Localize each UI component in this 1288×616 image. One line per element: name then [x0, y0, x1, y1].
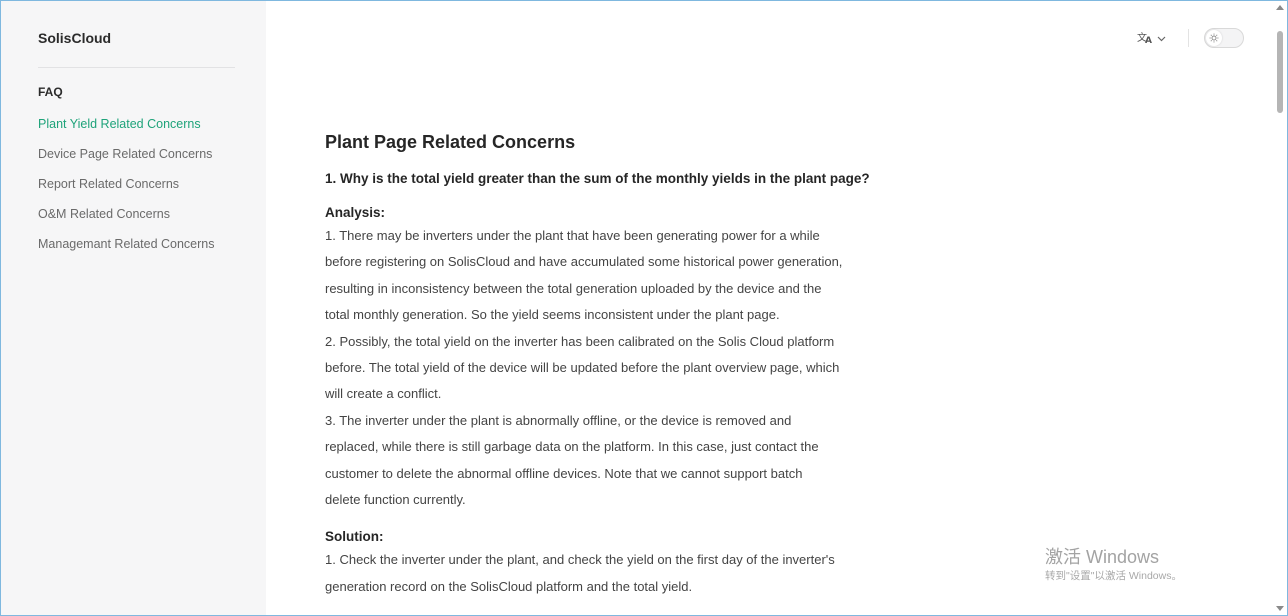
analysis-line: delete function currently.	[325, 492, 466, 508]
sidebar-section-title: FAQ	[38, 85, 63, 99]
solution-heading: Solution:	[325, 529, 384, 545]
analysis-line: customer to delete the abnormal offline …	[325, 465, 803, 481]
analysis-line: resulting in inconsistency between the t…	[325, 280, 822, 296]
chevron-down-icon	[1157, 31, 1166, 45]
analysis-line: 2. Possibly, the total yield on the inve…	[325, 333, 835, 349]
translate-icon: 文 A	[1137, 30, 1153, 47]
language-switcher[interactable]: 文 A	[1137, 28, 1166, 48]
analysis-line: before registering on SolisCloud and hav…	[325, 254, 843, 270]
sidebar-item-management[interactable]: Managemant Related Concerns	[38, 235, 243, 254]
app-window: SolisCloud FAQ Plant Yield Related Conce…	[0, 0, 1288, 616]
sidebar-item-report[interactable]: Report Related Concerns	[38, 175, 243, 194]
sidebar-nav: Plant Yield Related Concerns Device Page…	[38, 115, 243, 265]
toolbar-divider	[1188, 29, 1189, 47]
faq-article: Plant Page Related Concerns 1. Why is th…	[325, 129, 985, 600]
solution-line: generation record on the SolisCloud plat…	[325, 578, 693, 594]
brand-logo[interactable]: SolisCloud	[38, 30, 111, 46]
analysis-line: before. The total yield of the device wi…	[325, 360, 840, 376]
sidebar: SolisCloud FAQ Plant Yield Related Conce…	[1, 1, 266, 615]
analysis-line: 1. There may be inverters under the plan…	[325, 228, 820, 243]
scroll-thumb[interactable]	[1277, 31, 1283, 113]
activation-subtitle: 转到"设置"以激活 Windows。	[1045, 570, 1182, 582]
scroll-down-arrow-icon[interactable]	[1276, 606, 1284, 611]
analysis-heading: Analysis:	[325, 205, 386, 220]
solution-block: Solution: 1. Check the inverter under th…	[325, 527, 985, 600]
svg-text:A: A	[1145, 36, 1152, 44]
analysis-block: Analysis: 1. There may be inverters unde…	[325, 203, 985, 513]
question-heading: 1. Why is the total yield greater than t…	[325, 171, 870, 186]
sidebar-divider	[38, 67, 235, 68]
analysis-line: total monthly generation. So the yield s…	[325, 307, 780, 323]
sidebar-item-om[interactable]: O&M Related Concerns	[38, 205, 243, 224]
analysis-line: replaced, while there is still garbage d…	[325, 439, 819, 455]
activation-title: 激活 Windows	[1045, 547, 1160, 567]
vertical-scrollbar[interactable]	[1273, 1, 1287, 615]
scroll-up-arrow-icon[interactable]	[1276, 5, 1284, 10]
page-title: Plant Page Related Concerns	[325, 132, 576, 152]
analysis-line: will create a conflict.	[325, 386, 442, 402]
sidebar-item-device-page[interactable]: Device Page Related Concerns	[38, 145, 243, 164]
theme-toggle[interactable]	[1204, 28, 1244, 48]
solution-line: 1. Check the inverter under the plant, a…	[325, 552, 835, 568]
analysis-line: 3. The inverter under the plant is abnor…	[325, 412, 792, 428]
sidebar-item-plant-yield[interactable]: Plant Yield Related Concerns	[38, 115, 243, 134]
sun-icon	[1206, 30, 1222, 46]
windows-activation-watermark: 激活 Windows 转到"设置"以激活 Windows。	[1045, 546, 1182, 584]
